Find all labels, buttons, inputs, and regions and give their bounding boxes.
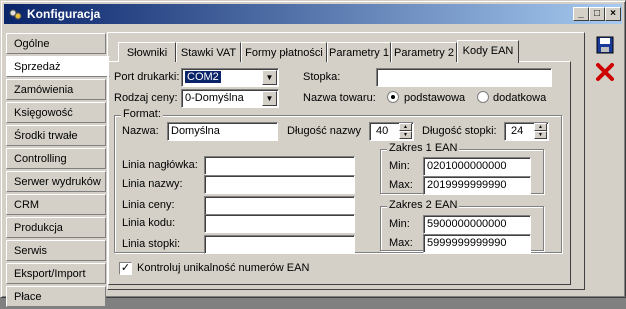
price-type-select[interactable]: 0-Domyślna ▼ <box>181 89 279 108</box>
chevron-down-icon[interactable]: ▼ <box>262 70 277 85</box>
price-line-label: Linia ceny: <box>122 199 175 211</box>
sidebar-item[interactable]: Księgowość <box>6 102 106 123</box>
spin-arrows-icon[interactable]: ▲ ▼ <box>399 123 412 140</box>
name-line-input[interactable] <box>204 175 355 194</box>
unique-ean-checkbox[interactable]: ✓ <box>119 262 132 275</box>
config-window: Konfiguracja _ □ × Ogólne Sprzedaż Zamówie… <box>0 0 626 307</box>
name-length-label: Długość nazwy <box>287 125 361 137</box>
code-line-label: Linia kodu: <box>122 217 176 229</box>
range1-max-input[interactable]: 2019999999990 <box>423 176 531 195</box>
footer-input[interactable] <box>376 68 552 87</box>
app-icon <box>9 9 22 20</box>
range2-max-label: Max: <box>389 237 413 249</box>
sidebar: Ogólne Sprzedaż Zamówienia Księgowość Środki… <box>6 33 110 309</box>
code-line-input[interactable] <box>204 214 355 233</box>
product-name-label: Nazwa towaru: <box>303 92 376 104</box>
range1-min-label: Min: <box>389 160 410 172</box>
port-select[interactable]: COM2 ▼ <box>181 68 279 87</box>
port-label: Port drukarki: <box>114 71 180 83</box>
name-length-spinner[interactable]: 40 ▲ ▼ <box>369 122 414 141</box>
sidebar-item[interactable]: Sprzedaż <box>6 56 110 77</box>
sidebar-item[interactable]: CRM <box>6 194 106 215</box>
tab-slowniki[interactable]: Słowniki <box>118 42 176 62</box>
header-line-label: Linia nagłówka: <box>122 159 198 171</box>
sidebar-item[interactable]: Płace <box>6 286 106 307</box>
sidebar-item[interactable]: Controlling <box>6 148 106 169</box>
window-title: Konfiguracja <box>27 7 101 21</box>
chevron-down-icon[interactable]: ▼ <box>262 91 277 106</box>
format-legend: Format: <box>121 108 163 120</box>
price-type-label: Rodzaj ceny: <box>114 92 178 104</box>
range2-min-input[interactable]: 5900000000000 <box>423 215 531 234</box>
sidebar-item[interactable]: Środki trwałe <box>6 125 106 146</box>
tab-parametry-1[interactable]: Parametry 1 <box>327 42 391 62</box>
name-length-value: 40 <box>376 125 389 137</box>
footer-length-label: Długość stopki: <box>422 125 497 137</box>
close-window-button[interactable]: × <box>605 7 621 21</box>
tab-parametry-2[interactable]: Parametry 2 <box>391 42 457 62</box>
sidebar-item[interactable]: Zamówienia <box>6 79 106 100</box>
radio-extra[interactable] <box>477 91 489 103</box>
minimize-button[interactable]: _ <box>573 7 589 21</box>
sidebar-item[interactable]: Eksport/Import <box>6 263 106 284</box>
price-line-input[interactable] <box>204 196 355 215</box>
ean-range-1-legend: Zakres 1 EAN <box>387 142 460 154</box>
range2-min-label: Min: <box>389 218 410 230</box>
footer-line-input[interactable] <box>204 235 355 254</box>
footer-label: Stopka: <box>303 71 341 83</box>
footer-length-spinner[interactable]: 24 ▲ ▼ <box>504 122 549 141</box>
sidebar-item[interactable]: Serwis <box>6 240 106 261</box>
price-type-value: 0-Domyślna <box>185 92 244 104</box>
range1-max-label: Max: <box>389 179 413 191</box>
range1-min-input[interactable]: 0201000000000 <box>423 157 531 176</box>
name-line-label: Linia nazwy: <box>122 178 183 190</box>
name-label: Nazwa: <box>122 125 159 137</box>
name-input[interactable]: Domyślna <box>167 122 278 141</box>
tab-stawki-vat[interactable]: Stawki VAT <box>176 42 241 62</box>
range2-max-input[interactable]: 5999999999990 <box>423 234 531 253</box>
title-bar[interactable]: Konfiguracja _ □ × <box>4 4 622 24</box>
port-value: COM2 <box>185 71 221 83</box>
maximize-button[interactable]: □ <box>589 7 605 21</box>
footer-length-value: 24 <box>511 125 524 137</box>
spin-arrows-icon[interactable]: ▲ ▼ <box>534 123 547 140</box>
sidebar-item[interactable]: Ogólne <box>6 33 106 54</box>
sidebar-item[interactable]: Serwer wydruków <box>6 171 106 192</box>
ean-range-2-legend: Zakres 2 EAN <box>387 199 460 211</box>
close-icon[interactable] <box>594 61 616 83</box>
radio-basic-label[interactable]: podstawowa <box>404 92 465 104</box>
radio-extra-label[interactable]: dodatkowa <box>493 92 546 104</box>
tab-kody-ean[interactable]: Kody EAN <box>457 40 519 63</box>
unique-ean-label[interactable]: Kontroluj unikalność numerów EAN <box>137 262 309 274</box>
footer-line-label: Linia stopki: <box>122 238 181 250</box>
tab-formy-platnosci[interactable]: Formy płatności <box>241 42 327 62</box>
radio-basic[interactable] <box>387 91 399 103</box>
save-icon[interactable] <box>594 34 616 56</box>
header-line-input[interactable] <box>204 156 355 175</box>
sidebar-item[interactable]: Produkcja <box>6 217 106 238</box>
